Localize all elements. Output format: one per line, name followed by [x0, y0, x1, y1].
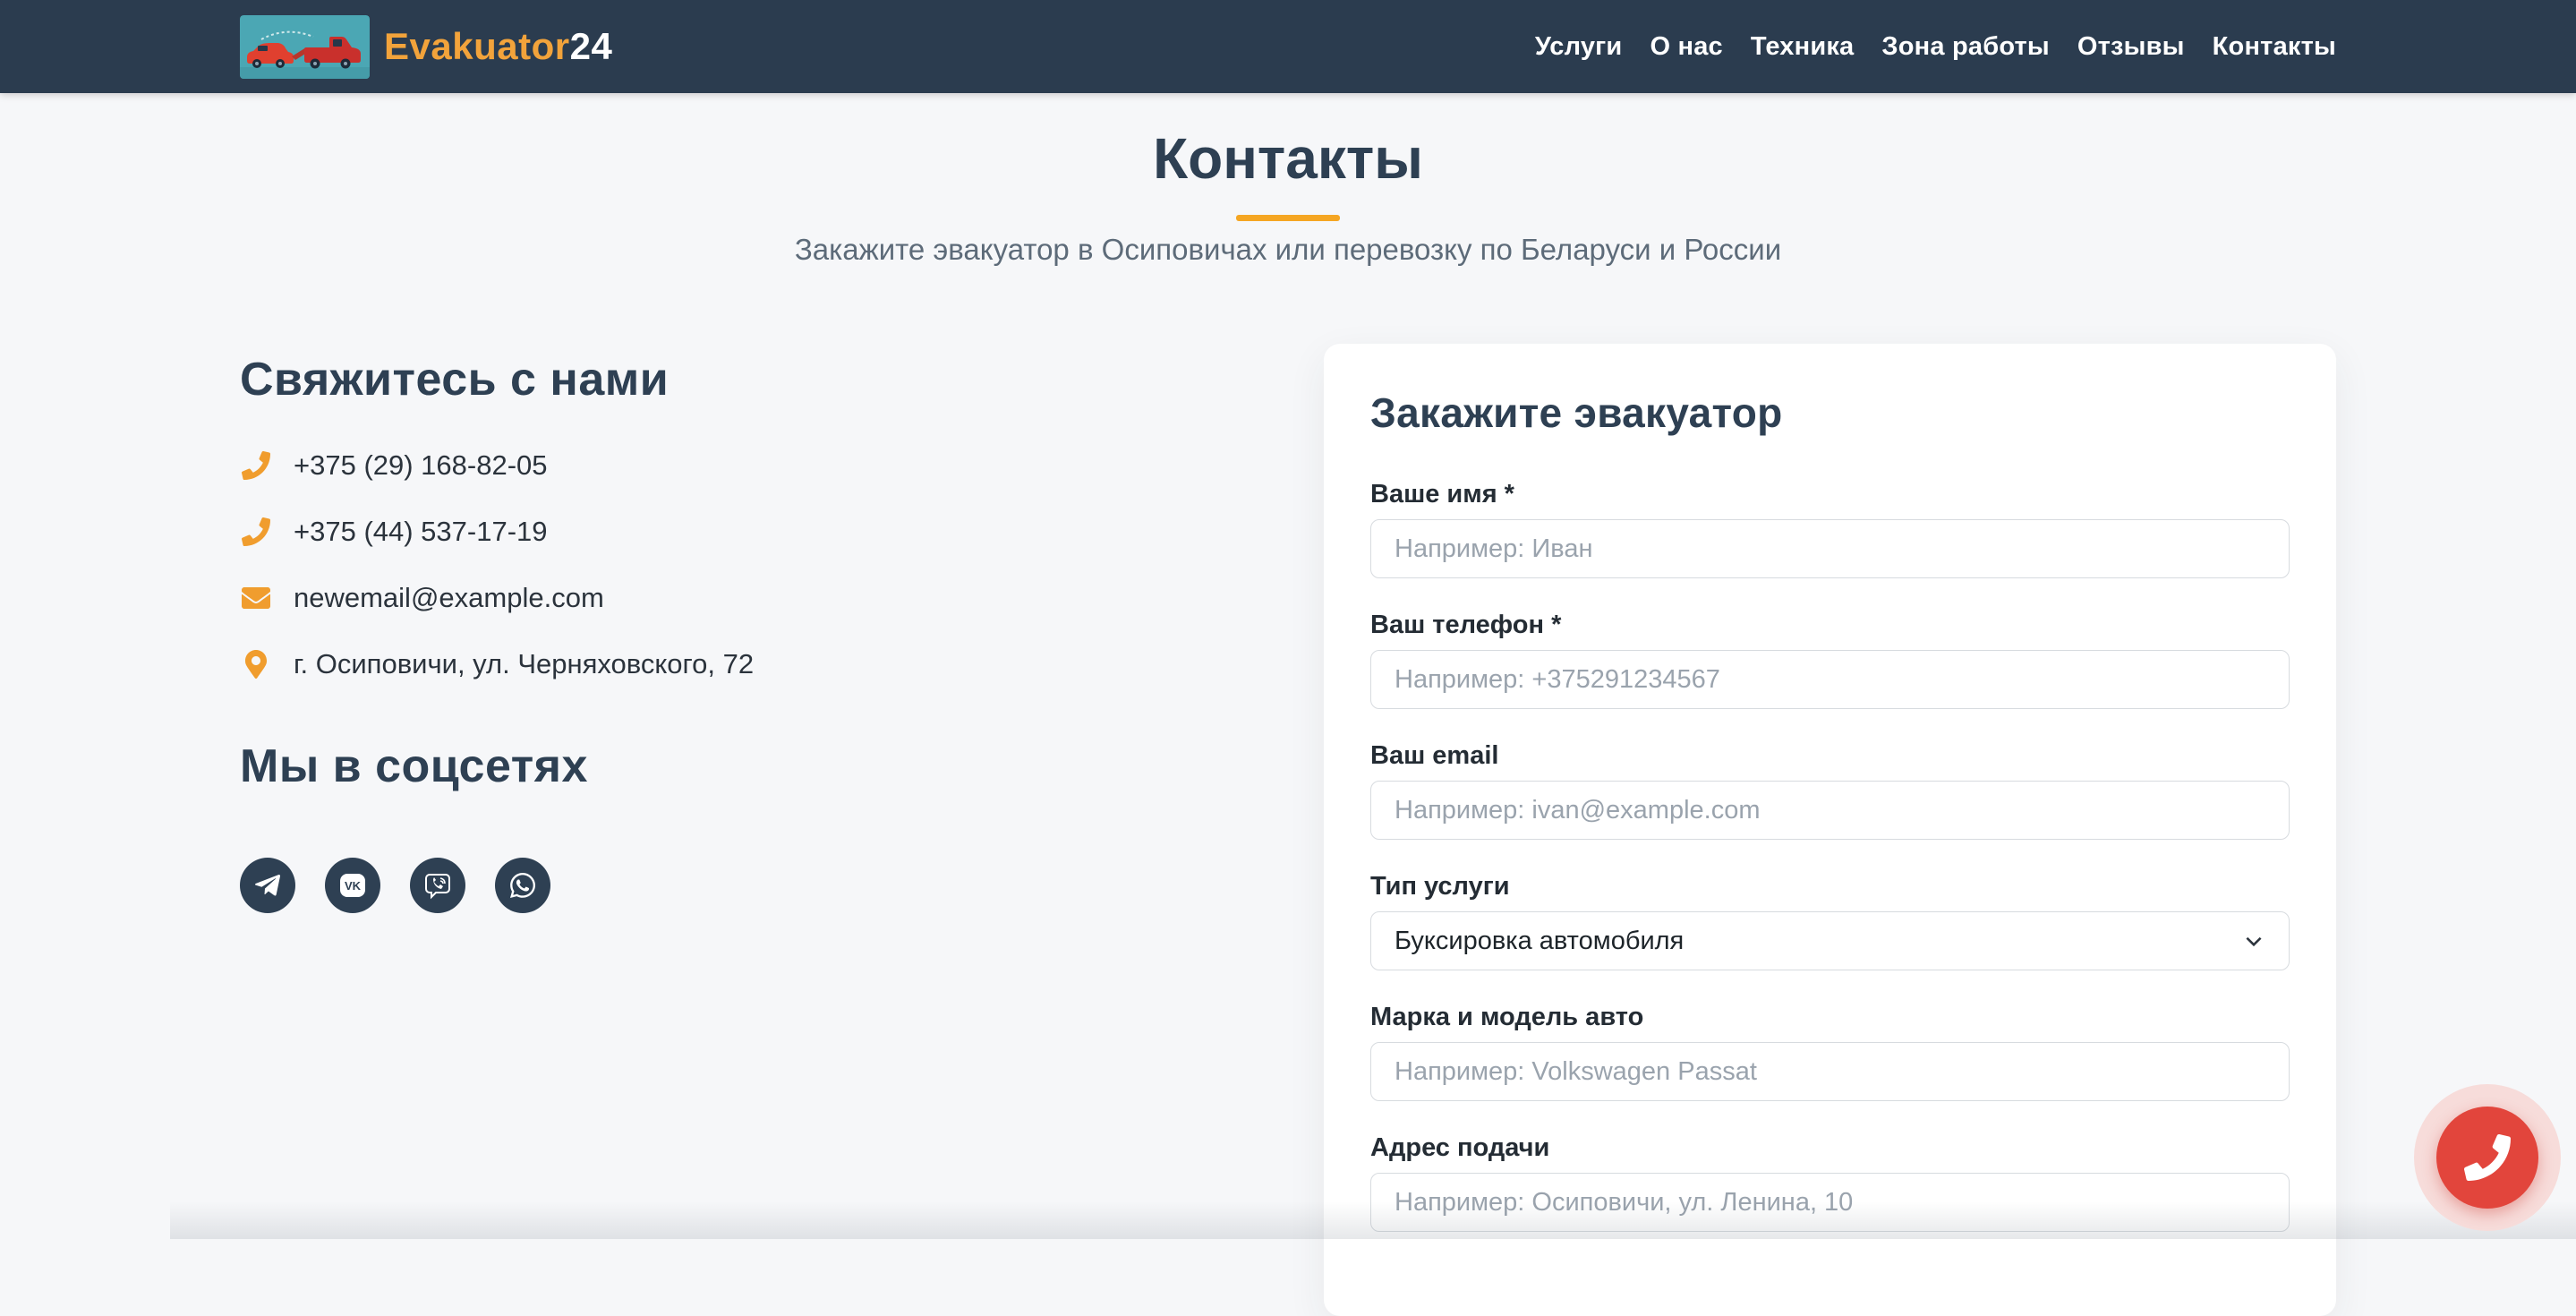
main-nav: Услуги О нас Техника Зона работы Отзывы …: [1535, 32, 2336, 62]
contact-address[interactable]: г. Осиповичи, ул. Черняховского, 72: [240, 648, 1045, 680]
social-vk-button[interactable]: VK: [325, 858, 380, 913]
car-model-input[interactable]: [1370, 1042, 2290, 1101]
pickup-address-input[interactable]: [1370, 1173, 2290, 1232]
content-area: Свяжитесь с нами +375 (29) 168-82-05 +37…: [0, 344, 2576, 1316]
nav-item-about[interactable]: О нас: [1650, 32, 1722, 62]
page-title: Контакты: [0, 125, 2576, 192]
hero-section: Контакты Закажите эвакуатор в Осиповичах…: [0, 93, 2576, 268]
chevron-down-icon: [2242, 929, 2265, 953]
field-pickup-address: Адрес подачи: [1370, 1132, 2290, 1232]
social-whatsapp-button[interactable]: [495, 858, 550, 913]
email-input[interactable]: [1370, 781, 2290, 840]
phone-icon: [2464, 1134, 2511, 1181]
form-title: Закажите эвакуатор: [1370, 389, 2290, 437]
nav-item-vehicles[interactable]: Техника: [1751, 32, 1855, 62]
social-telegram-button[interactable]: [240, 858, 295, 913]
social-links: VK: [240, 858, 1045, 913]
nav-item-contacts[interactable]: Контакты: [2213, 32, 2336, 62]
field-email: Ваш email: [1370, 739, 2290, 840]
field-name: Ваше имя *: [1370, 478, 2290, 578]
service-type-value: Буксировка автомобиля: [1395, 927, 1684, 956]
contact-phone-2[interactable]: +375 (44) 537-17-19: [240, 516, 1045, 548]
contact-phone-1[interactable]: +375 (29) 168-82-05: [240, 449, 1045, 482]
service-type-label: Тип услуги: [1370, 870, 2290, 902]
contact-info-column: Свяжитесь с нами +375 (29) 168-82-05 +37…: [240, 353, 1045, 913]
tow-truck-logo-icon: [240, 15, 370, 79]
phone-input[interactable]: [1370, 650, 2290, 709]
email-label: Ваш email: [1370, 739, 2290, 772]
phone-icon: [240, 516, 272, 548]
pickup-address-label: Адрес подачи: [1370, 1132, 2290, 1164]
field-car-model: Марка и модель авто: [1370, 1001, 2290, 1101]
map-pin-icon: [240, 648, 272, 680]
whatsapp-icon: [508, 871, 537, 900]
car-model-label: Марка и модель авто: [1370, 1001, 2290, 1033]
svg-text:VK: VK: [345, 879, 362, 893]
contact-phone-2-text: +375 (44) 537-17-19: [294, 516, 548, 548]
call-button-circle: [2436, 1107, 2538, 1209]
nav-item-reviews[interactable]: Отзывы: [2077, 32, 2185, 62]
phone-icon: [240, 449, 272, 482]
viber-icon: [423, 871, 452, 900]
floating-call-button[interactable]: [2414, 1084, 2561, 1231]
envelope-icon: [240, 582, 272, 614]
name-input[interactable]: [1370, 519, 2290, 578]
brand-logo[interactable]: Evakuator24: [240, 15, 612, 79]
contact-section-title: Свяжитесь с нами: [240, 353, 1045, 406]
vk-icon: VK: [338, 871, 367, 900]
contact-phone-1-text: +375 (29) 168-82-05: [294, 449, 548, 482]
field-service-type: Тип услуги Буксировка автомобиля: [1370, 870, 2290, 970]
social-viber-button[interactable]: [410, 858, 465, 913]
social-section-title: Мы в соцсетях: [240, 739, 1045, 793]
brand-name-main: Evakuator: [384, 25, 570, 67]
order-form-card: Закажите эвакуатор Ваше имя * Ваш телефо…: [1324, 344, 2336, 1316]
name-label: Ваше имя *: [1370, 478, 2290, 510]
header: Evakuator24 Услуги О нас Техника Зона ра…: [0, 0, 2576, 93]
contact-address-text: г. Осиповичи, ул. Черняховского, 72: [294, 648, 754, 680]
title-divider: [1236, 215, 1340, 221]
nav-item-work-zone[interactable]: Зона работы: [1881, 32, 2050, 62]
contact-list: +375 (29) 168-82-05 +375 (44) 537-17-19 …: [240, 449, 1045, 680]
nav-item-services[interactable]: Услуги: [1535, 32, 1623, 62]
contact-email[interactable]: newemail@example.com: [240, 582, 1045, 614]
brand-name: Evakuator24: [384, 25, 612, 68]
telegram-icon: [253, 871, 282, 900]
brand-name-suffix: 24: [570, 25, 613, 67]
page-subtitle: Закажите эвакуатор в Осиповичах или пере…: [0, 232, 2576, 268]
service-type-select[interactable]: Буксировка автомобиля: [1370, 911, 2290, 970]
phone-label: Ваш телефон *: [1370, 609, 2290, 641]
contact-email-text: newemail@example.com: [294, 582, 604, 614]
field-phone: Ваш телефон *: [1370, 609, 2290, 709]
